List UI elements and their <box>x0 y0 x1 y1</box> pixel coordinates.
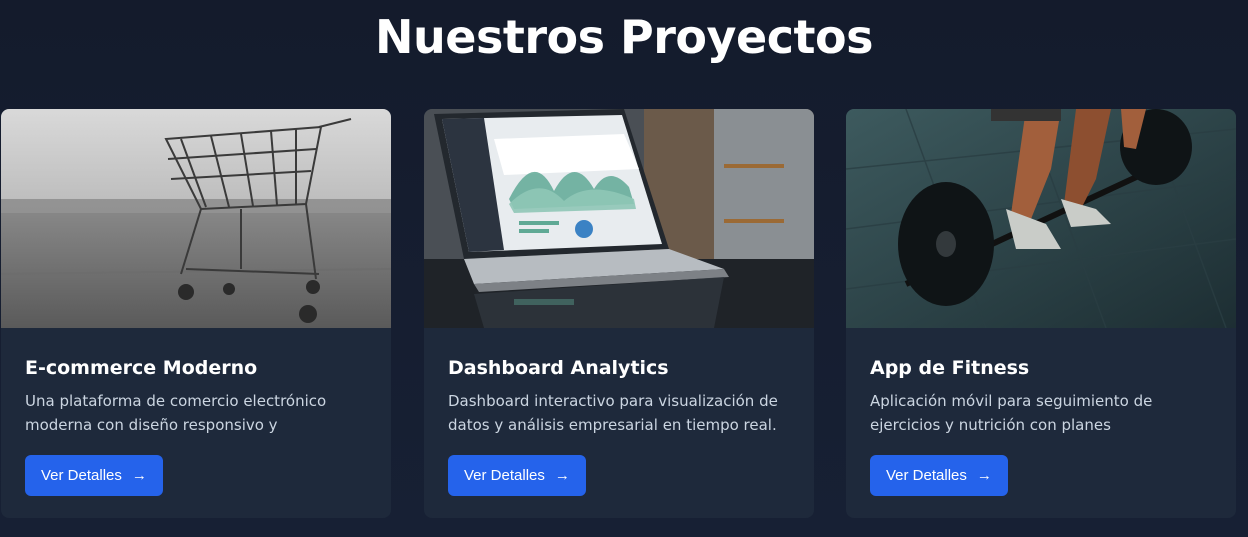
project-image-shopping-cart <box>1 109 391 328</box>
project-image-laptop-dashboard <box>424 109 814 328</box>
project-title: App de Fitness <box>870 357 1030 379</box>
button-label: Ver Detalles <box>886 467 967 484</box>
project-description: Dashboard interactivo para visualización… <box>448 392 778 434</box>
section-title: Nuestros Proyectos <box>375 10 873 64</box>
arrow-right-icon: → <box>131 467 147 484</box>
project-card-dashboard: Dashboard Analytics Dashboard interactiv… <box>424 109 814 518</box>
project-card-ecommerce: E-commerce Moderno Una plataforma de com… <box>1 109 391 518</box>
arrow-right-icon: → <box>554 467 570 484</box>
project-title: E-commerce Moderno <box>25 357 258 379</box>
view-details-button[interactable]: Ver Detalles → <box>870 455 1008 496</box>
button-label: Ver Detalles <box>464 467 545 484</box>
view-details-button[interactable]: Ver Detalles → <box>448 455 586 496</box>
button-label: Ver Detalles <box>41 467 122 484</box>
projects-section: Nuestros Proyectos E-commerce Moderno Un… <box>0 0 1248 537</box>
project-title: Dashboard Analytics <box>448 357 669 379</box>
project-description: Una plataforma de comercio electrónico m… <box>25 392 327 434</box>
project-image-barbell-lift <box>846 109 1236 328</box>
arrow-right-icon: → <box>976 467 992 484</box>
project-card-fitness: App de Fitness Aplicación móvil para seg… <box>846 109 1236 518</box>
view-details-button[interactable]: Ver Detalles → <box>25 455 163 496</box>
project-description: Aplicación móvil para seguimiento de eje… <box>870 392 1153 434</box>
